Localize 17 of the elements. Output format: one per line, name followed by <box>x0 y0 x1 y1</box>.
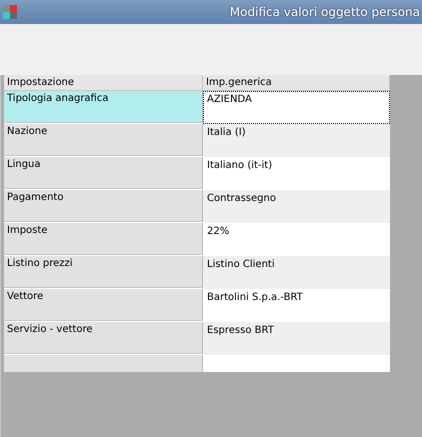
value-cell[interactable]: Italia (I) <box>203 124 390 157</box>
value-cell[interactable]: Listino Clienti <box>203 256 390 289</box>
app-icon <box>3 5 17 19</box>
setting-cell[interactable]: Servizio - vettore <box>4 322 203 354</box>
value-cell[interactable]: Espresso BRT <box>203 322 390 355</box>
window-title: Modifica valori oggetto persona <box>230 5 421 19</box>
setting-cell[interactable]: Nazione <box>4 124 203 156</box>
setting-cell[interactable]: Imposte <box>4 223 203 255</box>
setting-cell[interactable]: Lingua <box>4 157 203 189</box>
setting-cell[interactable]: Listino prezzi <box>4 256 203 288</box>
value-cell[interactable]: Contrassegno <box>203 190 390 223</box>
setting-cell[interactable]: Tipologia anagrafica <box>4 91 203 123</box>
setting-cell[interactable]: Vettore <box>4 289 203 321</box>
column-header[interactable]: Imp.generica <box>203 75 390 91</box>
value-cell[interactable]: AZIENDA <box>203 91 390 124</box>
column-header[interactable]: Impostazione <box>4 75 203 91</box>
setting-cell[interactable]: Pagamento <box>4 190 203 222</box>
